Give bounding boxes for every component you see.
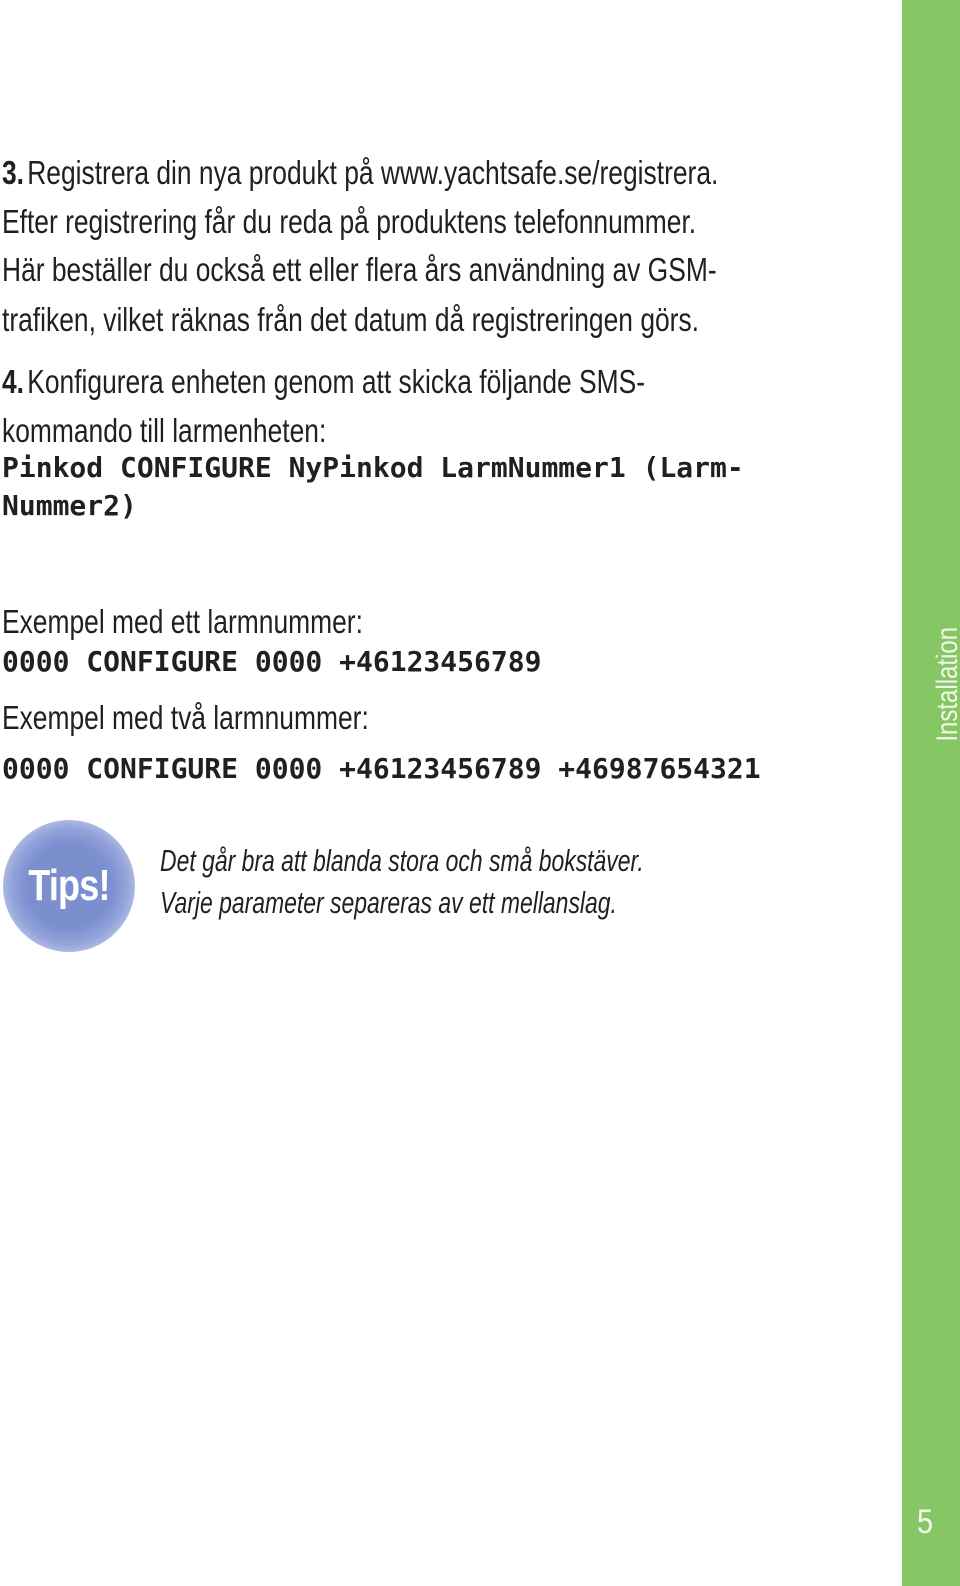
step-3-line-4: trafiken, vilket räknas från det datum d…	[2, 301, 700, 338]
step-4-line-2: kommando till larmenheten:	[2, 412, 327, 449]
example-2-label: Exempel med två larmnummer:	[2, 699, 369, 736]
step-3-text: Registrera din nya produkt på www.yachts…	[27, 154, 719, 191]
tips-badge-label: Tips!	[28, 861, 110, 910]
step-3-line-1: 3.Registrera din nya produkt på www.yach…	[2, 153, 718, 193]
tips-badge-icon: Tips!	[3, 820, 135, 952]
section-label-text: Installation	[931, 626, 960, 742]
example-1-command: 0000 CONFIGURE 0000 +46123456789	[2, 645, 542, 678]
step-3-line-3: Här beställer du också ett eller flera å…	[2, 251, 717, 288]
command-syntax-line-2: Nummer2)	[2, 489, 137, 522]
manual-page: 3.Registrera din nya produkt på www.yach…	[0, 0, 960, 1586]
tip-line-1: Det går bra att blanda stora och små bok…	[160, 843, 644, 878]
page-number: 5	[916, 1503, 934, 1541]
example-2-command: 0000 CONFIGURE 0000 +46123456789 +469876…	[2, 752, 761, 785]
step-4-line-1: 4.Konfigurera enheten genom att skicka f…	[2, 362, 645, 402]
step-3-line-2: Efter registrering får du reda på produk…	[2, 203, 697, 240]
step-3-number: 3.	[2, 154, 25, 191]
step-4-text: Konfigurera enheten genom att skicka föl…	[27, 363, 646, 400]
step-4-number: 4.	[2, 363, 25, 400]
section-sidebar	[902, 0, 960, 1586]
example-1-label: Exempel med ett larmnummer:	[2, 603, 363, 640]
command-syntax-line-1: Pinkod CONFIGURE NyPinkod LarmNummer1 (L…	[2, 451, 744, 484]
tip-line-2: Varje parameter separeras av ett mellans…	[160, 885, 617, 920]
